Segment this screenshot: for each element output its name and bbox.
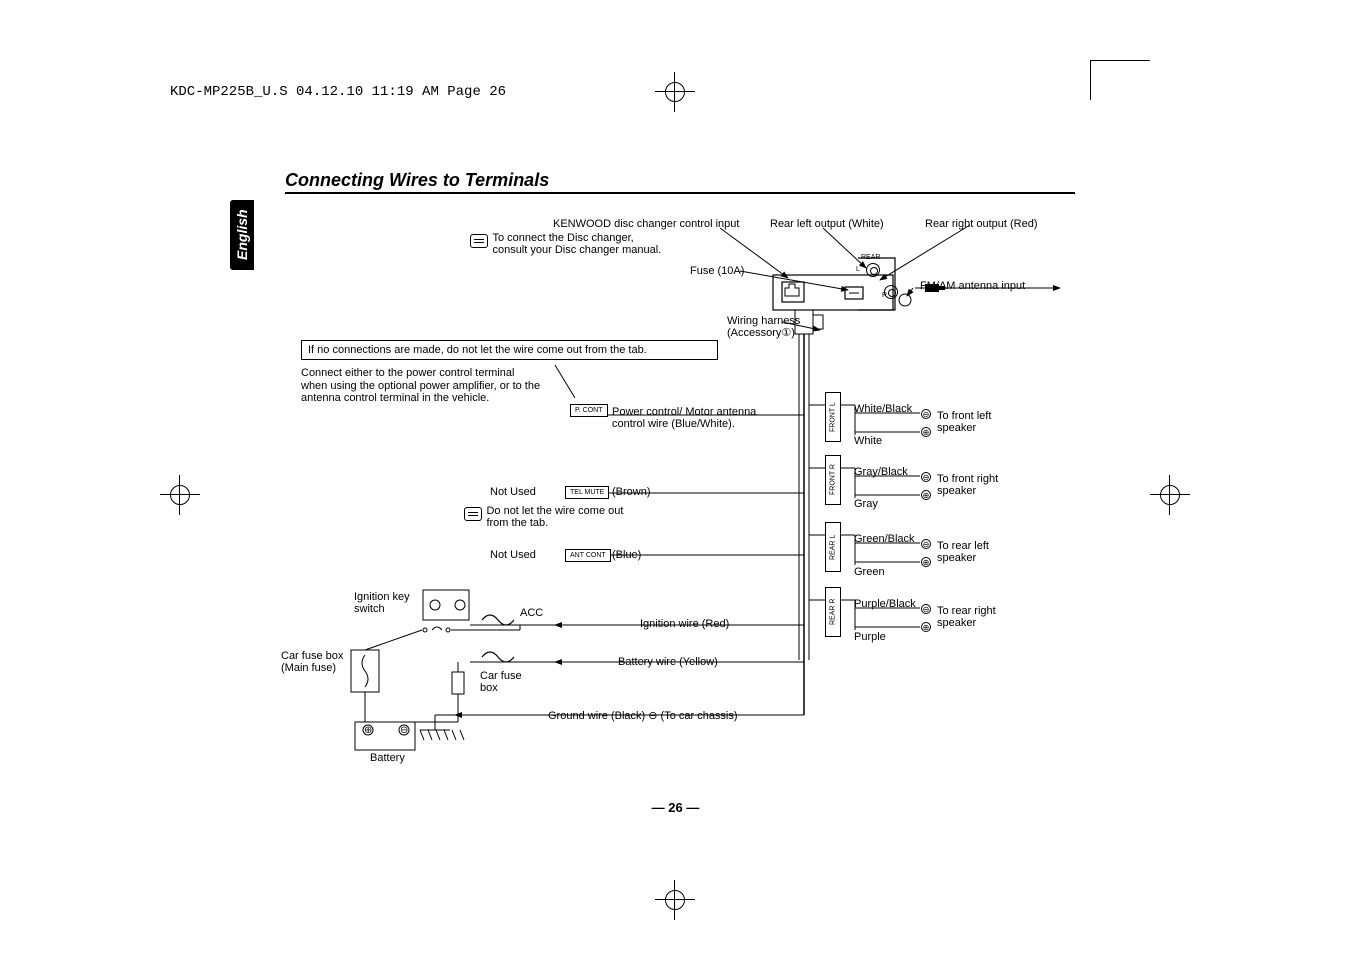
telmute-color: (Brown) [612,486,651,498]
acc-label: ACC [520,607,543,619]
rca-l-label: L [856,266,860,273]
ignition-key-text: Ignition key switch [354,591,410,615]
polarity-plus-icon: ⊕ [921,490,931,500]
disc-changer-note-text: To connect the Disc changer, consult you… [492,232,667,256]
car-fuse-box-label: Car fuse box [480,670,535,694]
rca-r-label: R [882,292,887,299]
manual-page: KDC-MP225B_U.S 04.12.10 11:19 AM Page 26… [0,0,1351,954]
polarity-plus-icon: ⊕ [921,557,931,567]
fl-neg-color: White/Black [854,403,912,415]
registration-mark-left [160,475,200,515]
accessory1-text: (Accessory①) [727,327,795,339]
polarity-minus-icon: ⊖ [921,604,931,614]
page-number: — 26 — [0,800,1351,815]
registration-mark-top [655,72,695,112]
speaker-tag-rr: REAR R [825,587,841,637]
speaker-tag-rl: REAR L [825,522,841,572]
print-header: KDC-MP225B_U.S 04.12.10 11:19 AM Page 26 [170,84,506,100]
note-icon [464,507,482,521]
fr-dest: To front right speaker [937,473,1017,497]
no-connection-warning-box: If no connections are made, do not let t… [301,340,718,360]
battery-minus: ⊖ [400,725,408,736]
not-used-2: Not Used [490,549,536,561]
trim-line [1090,60,1091,100]
wiring-harness-text: Wiring harness [727,315,800,327]
fm-am-antenna-label: FM/AM antenna input [920,280,1025,292]
polarity-plus-icon: ⊕ [921,622,931,632]
note-icon [470,234,488,248]
wiring-harness-label: Wiring harness (Accessory①) [727,315,800,339]
fl-dest: To front left speaker [937,410,1017,434]
registration-mark-bottom [655,880,695,920]
speaker-tag-fr: FRONT R [825,455,841,505]
fuse-label: Fuse (10A) [690,265,744,277]
not-used-1: Not Used [490,486,536,498]
dont-let-wire-text: Do not let the wire come out from the ta… [486,505,631,529]
rl-neg-color: Green/Black [854,533,915,545]
battery-label: Battery [370,752,405,764]
car-fuse-main-text: Car fuse box [281,650,343,662]
ignition-key-label: Ignition key switch [354,591,419,615]
rear-mark: REAR [861,254,880,261]
connect-power-note: Connect either to the power control term… [301,367,541,405]
language-tab: English [230,200,254,270]
antcont-color: (Blue) [612,549,641,561]
battery-wire-label: Battery wire (Yellow) [618,656,718,668]
fl-pos-color: White [854,435,882,447]
car-fuse-main2-text: (Main fuse) [281,662,336,674]
ground-wire-label: Ground wire (Black) ⊖ (To car chassis) [548,709,738,722]
pcont-tag: P. CONT [570,404,608,417]
registration-mark-right [1150,475,1190,515]
speaker-tag-fl: FRONT L [825,392,841,442]
fr-pos-color: Gray [854,498,878,510]
section-title: Connecting Wires to Terminals [285,170,549,191]
rca-left-icon [866,263,880,277]
title-rule [285,192,1075,194]
rear-right-output-label: Rear right output (Red) [925,218,1038,230]
polarity-minus-icon: ⊖ [921,539,931,549]
antcont-tag: ANT CONT [565,549,611,562]
polarity-minus-icon: ⊖ [921,472,931,482]
battery-plus: ⊕ [364,725,372,736]
rl-dest: To rear left speaker [937,540,1017,564]
no-connection-warning-text: If no connections are made, do not let t… [308,344,647,356]
polarity-plus-icon: ⊕ [921,427,931,437]
rl-pos-color: Green [854,566,885,578]
rr-dest: To rear right speaker [937,605,1017,629]
polarity-minus-icon: ⊖ [921,409,931,419]
trim-line [1090,60,1150,61]
pcont-label: Power control/ Motor antenna control wir… [612,406,792,430]
fr-neg-color: Gray/Black [854,466,908,478]
ignition-wire-label: Ignition wire (Red) [640,618,729,630]
disc-changer-input-label: KENWOOD disc changer control input [553,218,739,230]
car-fuse-main-label: Car fuse box (Main fuse) [281,650,343,674]
rr-pos-color: Purple [854,631,886,643]
car-fuse-box-text: Car fuse box [480,670,522,694]
disc-changer-note: To connect the Disc changer, consult you… [470,232,667,256]
telmute-tag: TEL MUTE [565,486,609,499]
rear-left-output-label: Rear left output (White) [770,218,884,230]
dont-let-wire-note: Do not let the wire come out from the ta… [464,505,631,529]
rr-neg-color: Purple/Black [854,598,916,610]
